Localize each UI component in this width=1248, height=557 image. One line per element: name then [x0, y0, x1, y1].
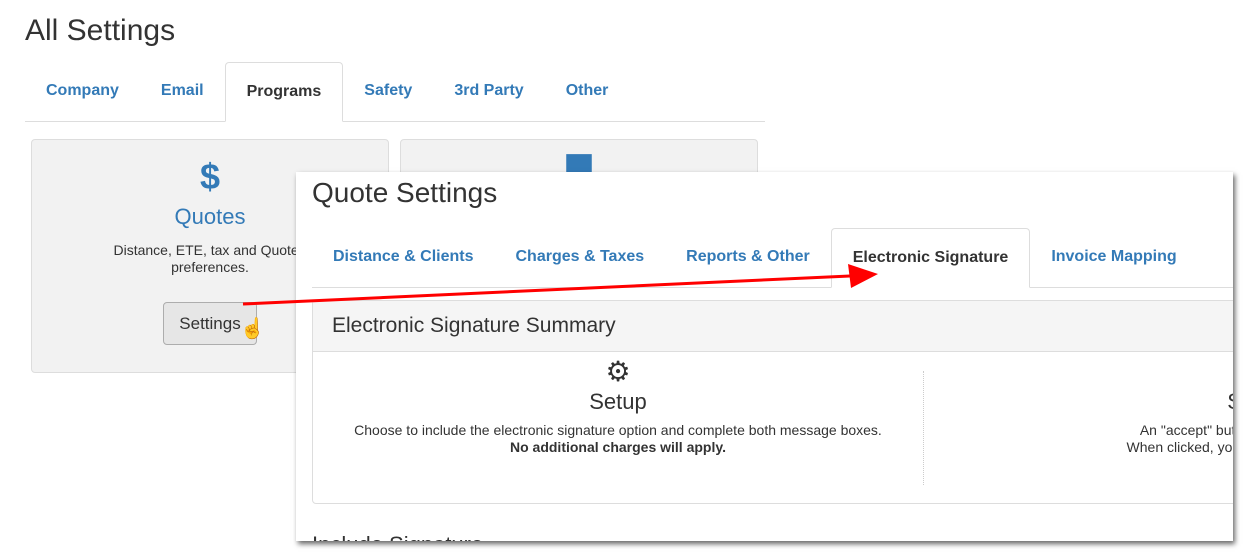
- annotation-arrow: [242, 264, 878, 306]
